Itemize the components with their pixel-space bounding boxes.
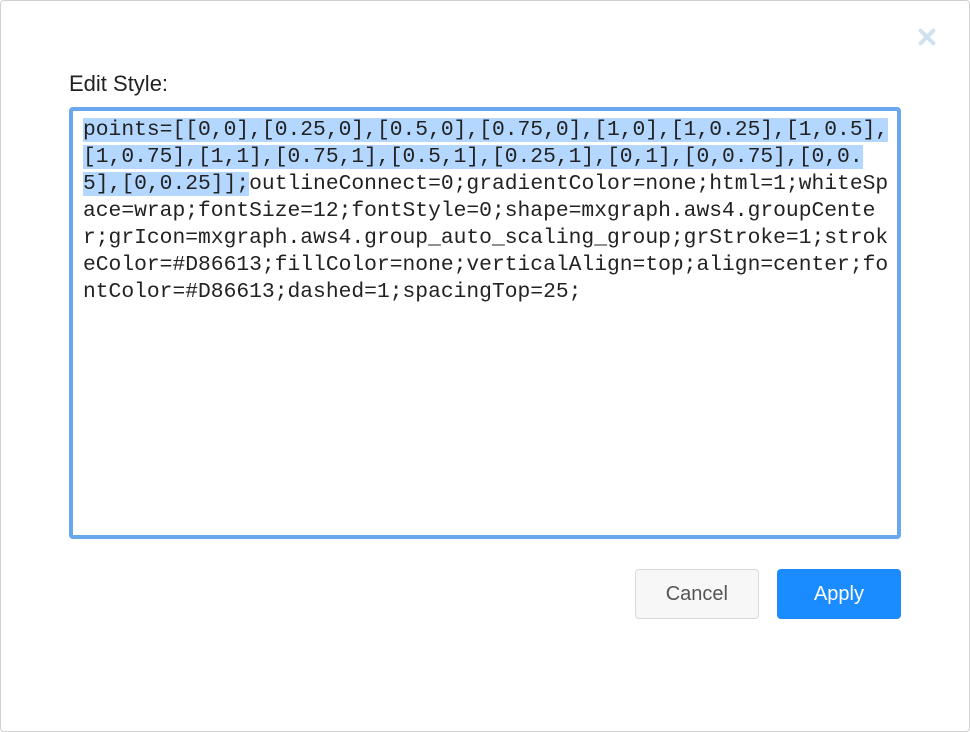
dialog-title: Edit Style:: [69, 71, 901, 97]
button-row: Cancel Apply: [69, 569, 901, 619]
close-icon[interactable]: [913, 23, 941, 51]
cancel-button[interactable]: Cancel: [635, 569, 759, 619]
edit-style-dialog: Edit Style: points=[[0,0],[0.25,0],[0.5,…: [0, 0, 970, 732]
apply-button[interactable]: Apply: [777, 569, 901, 619]
style-input[interactable]: points=[[0,0],[0.25,0],[0.5,0],[0.75,0],…: [69, 107, 901, 539]
